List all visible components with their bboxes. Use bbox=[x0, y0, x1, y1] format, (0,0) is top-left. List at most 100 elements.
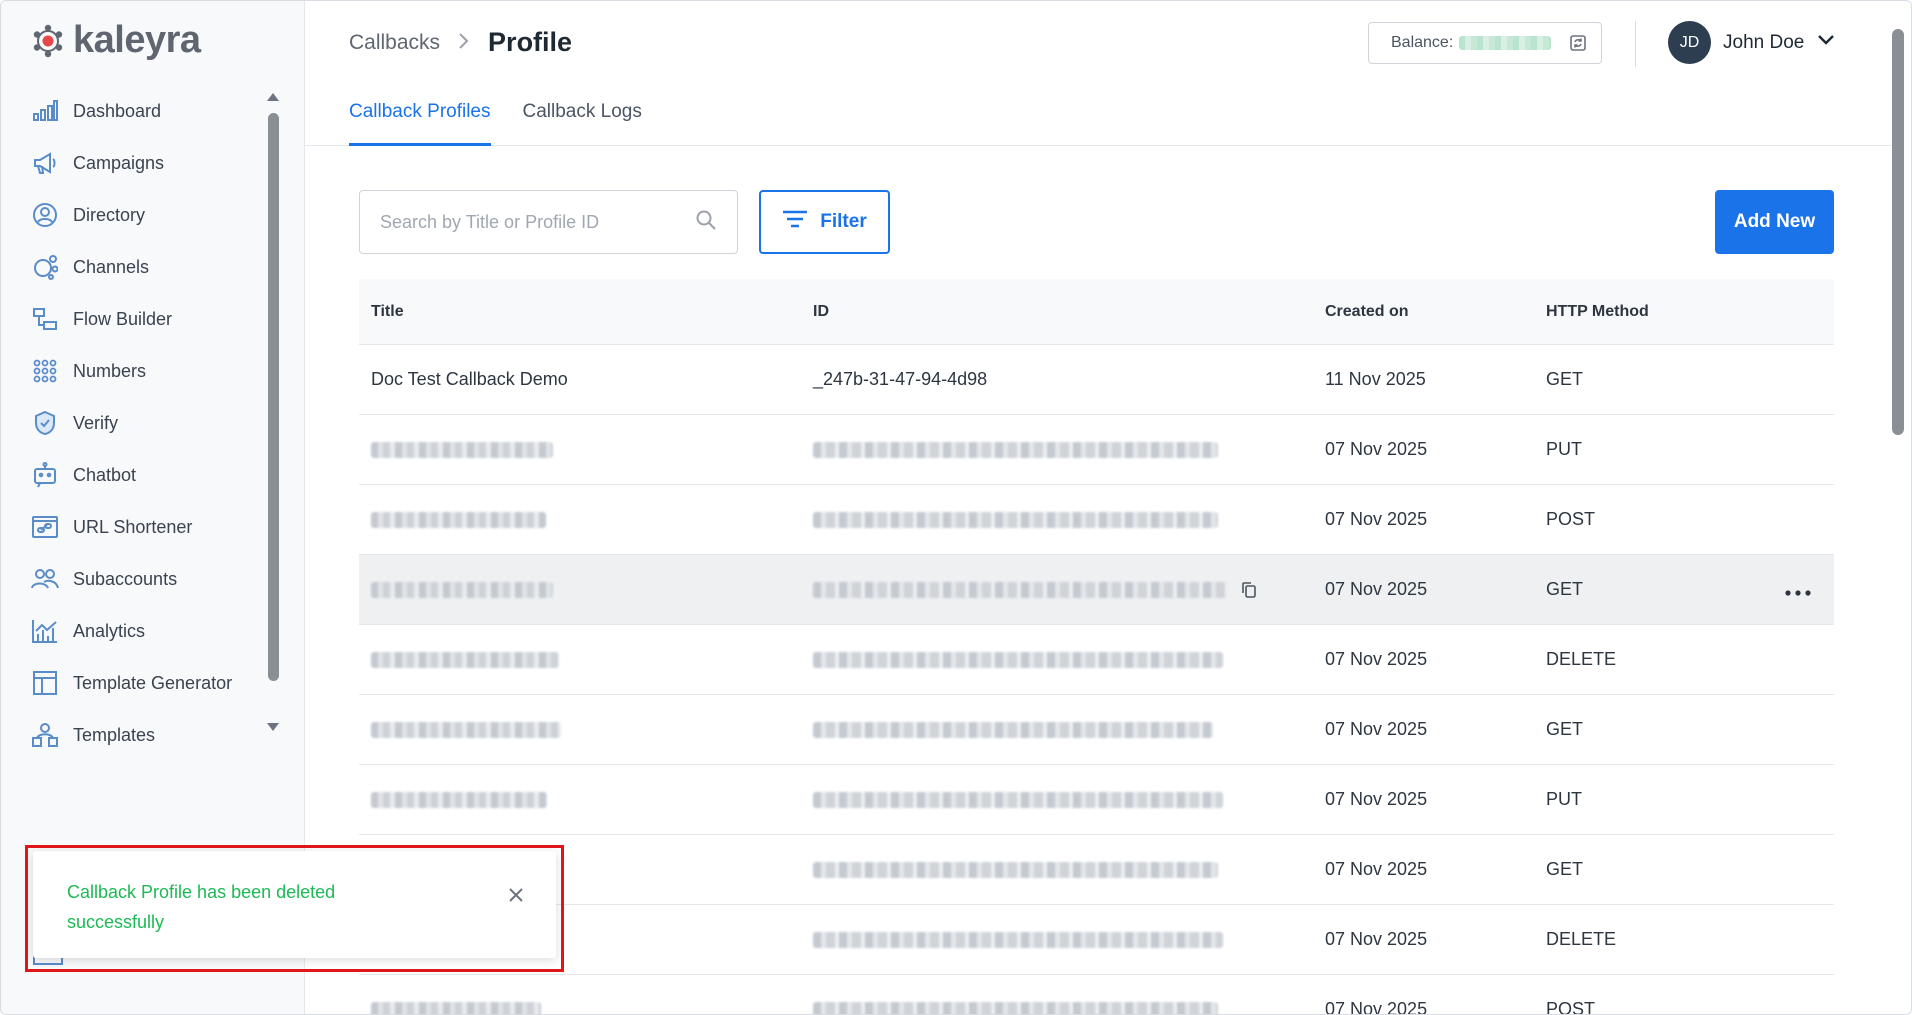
breadcrumb-callbacks-link[interactable]: Callbacks bbox=[349, 31, 440, 55]
tab-callback-logs[interactable]: Callback Logs bbox=[523, 99, 642, 146]
page-title: Profile bbox=[488, 27, 573, 57]
more-options-icon[interactable] bbox=[1784, 581, 1812, 599]
sidebar-item-flow-builder[interactable]: Flow Builder bbox=[31, 293, 261, 345]
row-id: _247b-31-47-94-4d98 bbox=[813, 369, 988, 389]
row-id-redacted bbox=[801, 1001, 1313, 1014]
table-row[interactable]: 07 Nov 2025 PUT bbox=[359, 765, 1834, 835]
row-id-redacted bbox=[801, 721, 1313, 738]
row-http-method: GET bbox=[1546, 859, 1584, 879]
row-http-method: POST bbox=[1546, 509, 1596, 529]
row-created-on: 07 Nov 2025 bbox=[1325, 859, 1428, 879]
analytics-icon bbox=[31, 617, 59, 645]
sidebar-scroll-down-arrow[interactable] bbox=[267, 723, 279, 731]
row-id-redacted bbox=[801, 651, 1313, 668]
row-created-on: 07 Nov 2025 bbox=[1325, 439, 1428, 459]
row-title-redacted bbox=[359, 791, 801, 808]
sidebar-item-template-generator[interactable]: Template Generator bbox=[31, 657, 261, 709]
column-header-title: Title bbox=[371, 302, 404, 320]
sidebar-item-campaigns[interactable]: Campaigns bbox=[31, 137, 261, 189]
row-http-method: GET bbox=[1546, 719, 1584, 739]
table-row[interactable]: 07 Nov 2025 POST bbox=[359, 485, 1834, 555]
sidebar-item-verify[interactable]: Verify bbox=[31, 397, 261, 449]
table-row[interactable]: Doc Test Callback Demo _247b-31-47-94-4d… bbox=[359, 345, 1834, 415]
chevron-right-icon bbox=[458, 30, 470, 56]
table-row[interactable]: 07 Nov 2025 PUT bbox=[359, 415, 1834, 485]
sidebar-item-numbers[interactable]: Numbers bbox=[31, 345, 261, 397]
table-row[interactable]: 07 Nov 2025 GET bbox=[359, 835, 1834, 905]
row-id-redacted bbox=[801, 511, 1313, 528]
row-id-redacted bbox=[801, 581, 1313, 599]
table-header: Title ID Created on HTTP Method bbox=[359, 279, 1834, 345]
search-box bbox=[359, 190, 738, 254]
breadcrumb: Callbacks Profile bbox=[349, 27, 572, 58]
sidebar-scroll-up-arrow[interactable] bbox=[267, 93, 279, 101]
sidebar-item-directory[interactable]: Directory bbox=[31, 189, 261, 241]
channels-icon bbox=[31, 253, 59, 281]
row-created-on: 11 Nov 2025 bbox=[1325, 369, 1426, 389]
sidebar-item-dashboard[interactable]: Dashboard bbox=[31, 85, 261, 137]
sidebar-item-label: URL Shortener bbox=[73, 516, 193, 537]
refresh-icon[interactable] bbox=[1569, 34, 1587, 52]
row-title-redacted bbox=[359, 721, 801, 738]
tab-callback-profiles[interactable]: Callback Profiles bbox=[349, 99, 491, 146]
users-icon bbox=[31, 565, 59, 593]
row-created-on: 07 Nov 2025 bbox=[1325, 999, 1428, 1015]
toast-message: Callback Profile has been deleted succes… bbox=[67, 882, 336, 932]
sidebar-item-label: Verify bbox=[73, 412, 119, 433]
sidebar-item-templates[interactable]: Templates bbox=[31, 709, 261, 761]
sidebar-item-label: Directory bbox=[73, 204, 146, 225]
sidebar-item-label: Dashboard bbox=[73, 100, 162, 121]
row-created-on: 07 Nov 2025 bbox=[1325, 719, 1428, 739]
table-row[interactable]: 07 Nov 2025 DELETE bbox=[359, 905, 1834, 975]
row-title-redacted bbox=[359, 441, 801, 458]
app-window: kaleyra Dashboard Campaigns Directory Ch… bbox=[0, 0, 1912, 1015]
filter-icon bbox=[782, 209, 808, 235]
table-row[interactable]: 07 Nov 2025 DELETE bbox=[359, 625, 1834, 695]
sidebar-item-label: Campaigns bbox=[73, 152, 165, 173]
sidebar-item-analytics[interactable]: Analytics bbox=[31, 605, 261, 657]
filter-button[interactable]: Filter bbox=[759, 190, 890, 254]
sidebar-item-url-shortener[interactable]: URL Shortener bbox=[31, 501, 261, 553]
user-name: John Doe bbox=[1723, 31, 1805, 53]
table-row[interactable]: 07 Nov 2025 GET bbox=[359, 695, 1834, 765]
row-http-method: DELETE bbox=[1546, 929, 1617, 949]
layout-icon bbox=[31, 669, 59, 697]
search-icon[interactable] bbox=[695, 209, 717, 236]
sidebar-item-channels[interactable]: Channels bbox=[31, 241, 261, 293]
robot-icon bbox=[31, 461, 59, 489]
user-menu[interactable]: JD John Doe bbox=[1668, 21, 1836, 64]
row-created-on: 07 Nov 2025 bbox=[1325, 649, 1428, 669]
flow-icon bbox=[31, 305, 59, 333]
column-header-http-method: HTTP Method bbox=[1546, 302, 1649, 320]
search-input[interactable] bbox=[380, 211, 695, 233]
sidebar-scrollbar-thumb[interactable] bbox=[268, 113, 279, 681]
row-title-redacted bbox=[359, 1001, 801, 1014]
row-http-method: PUT bbox=[1546, 789, 1582, 809]
header-divider bbox=[1635, 21, 1636, 67]
table-row[interactable]: 07 Nov 2025 POST bbox=[359, 975, 1834, 1015]
row-created-on: 07 Nov 2025 bbox=[1325, 789, 1428, 809]
row-created-on: 07 Nov 2025 bbox=[1325, 579, 1428, 599]
avatar: JD bbox=[1668, 21, 1711, 64]
table-row[interactable]: 07 Nov 2025 GET bbox=[359, 555, 1834, 625]
copy-icon[interactable] bbox=[1240, 581, 1258, 599]
close-icon[interactable] bbox=[506, 885, 526, 905]
add-new-button[interactable]: Add New bbox=[1715, 190, 1834, 254]
megaphone-icon bbox=[31, 149, 59, 177]
row-id-redacted bbox=[801, 791, 1313, 808]
row-http-method: GET bbox=[1546, 579, 1584, 599]
row-title-redacted bbox=[359, 651, 801, 668]
row-http-method: PUT bbox=[1546, 439, 1582, 459]
sidebar-item-subaccounts[interactable]: Subaccounts bbox=[31, 553, 261, 605]
tab-bar: Callback Profiles Callback Logs bbox=[349, 99, 642, 146]
page-scrollbar-thumb[interactable] bbox=[1892, 29, 1904, 435]
row-created-on: 07 Nov 2025 bbox=[1325, 509, 1428, 529]
column-header-id: ID bbox=[813, 302, 829, 320]
sidebar-item-chatbot[interactable]: Chatbot bbox=[31, 449, 261, 501]
brand-name: kaleyra bbox=[73, 19, 201, 61]
sidebar-item-label: Flow Builder bbox=[73, 308, 173, 329]
row-http-method: DELETE bbox=[1546, 649, 1617, 669]
row-title: Doc Test Callback Demo bbox=[371, 369, 568, 389]
balance-label: Balance: bbox=[1391, 34, 1454, 51]
kaleyra-logo[interactable]: kaleyra bbox=[31, 19, 201, 62]
